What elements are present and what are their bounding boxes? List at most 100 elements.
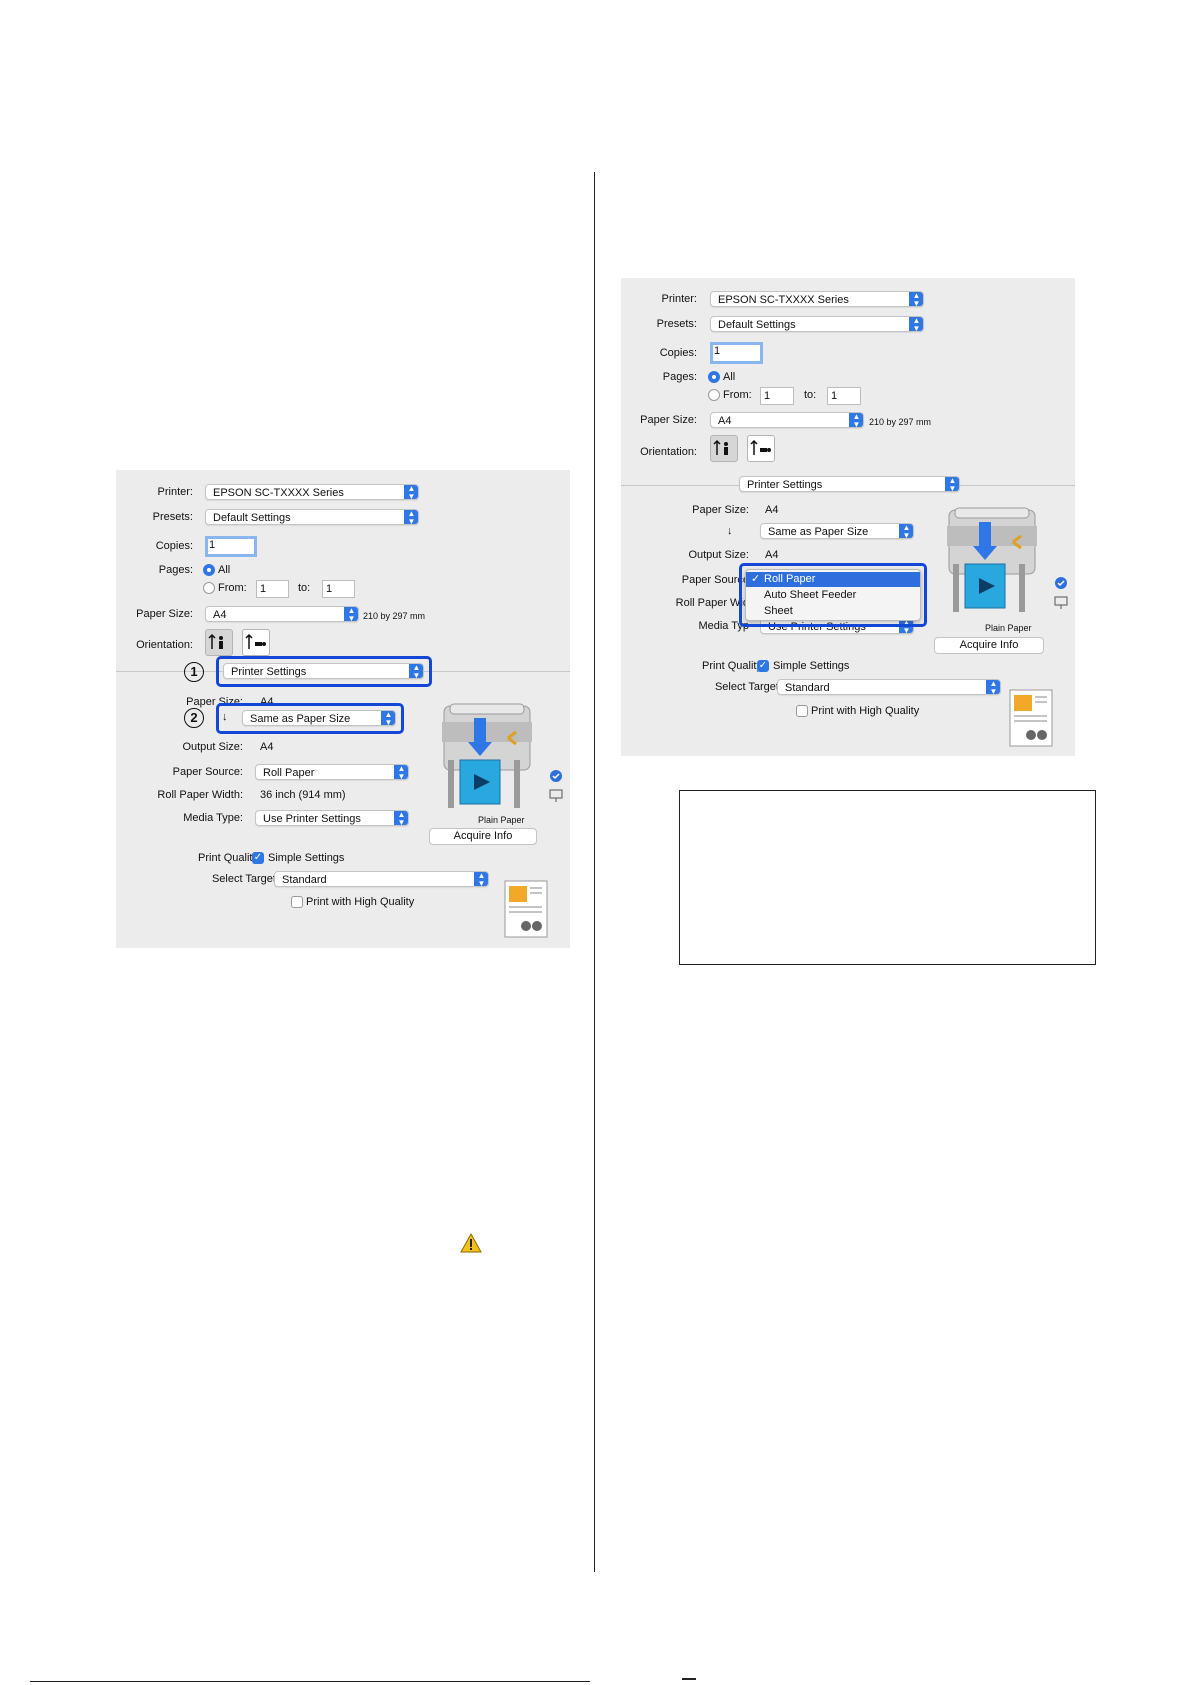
paper-source-value: Roll Paper (263, 767, 315, 779)
ps-paper-size-value: A4 (765, 504, 779, 516)
left-print-dialog: Printer: EPSON SC-TXXXX Series ▲ ▼ Preset… (116, 470, 570, 948)
printer-value: EPSON SC-TXXXX Series (718, 294, 849, 306)
orientation-label: Orientation: (136, 639, 193, 651)
paper-size-popup[interactable]: A4 ▲ ▼ (205, 606, 359, 622)
high-quality-checkbox[interactable] (291, 896, 303, 908)
from-field[interactable]: 1 (256, 580, 289, 598)
acquire-info-button[interactable]: Acquire Info (429, 828, 537, 845)
pages-all-radio[interactable] (203, 564, 215, 576)
select-target-value: Standard (785, 682, 830, 694)
paper-size-popup[interactable]: A4 ▲ ▼ (710, 412, 864, 428)
scale-value: Same as Paper Size (768, 526, 869, 538)
simple-settings-checkbox[interactable]: ✓ (252, 852, 264, 864)
copies-label: Copies: (155, 540, 193, 552)
paper-source-popup[interactable]: Roll Paper ▲ ▼ (255, 764, 409, 780)
paper-size-value: A4 (718, 415, 732, 427)
printer-value: EPSON SC-TXXXX Series (213, 487, 344, 499)
pages-label: Pages: (158, 564, 193, 576)
portrait-orientation-button[interactable] (710, 435, 738, 462)
simple-settings-label: Simple Settings (773, 660, 850, 672)
connected-check-icon (549, 770, 563, 802)
output-size-label: Output Size: (688, 549, 749, 561)
pages-from-radio[interactable] (203, 582, 215, 594)
acquire-info-button[interactable]: Acquire Info (934, 637, 1044, 654)
to-field[interactable]: 1 (827, 387, 861, 405)
presets-label: Presets: (152, 511, 193, 523)
connected-check-icon (1054, 577, 1068, 609)
roll-width-label: Roll Paper Width: (157, 789, 243, 801)
orientation-label: Orientation: (640, 446, 697, 458)
highlight-box-2 (216, 703, 404, 734)
simple-settings-label: Simple Settings (268, 852, 345, 864)
print-quality-label: Print Quality: (702, 660, 765, 672)
callout-1: 1 (184, 662, 204, 682)
plain-paper-caption: Plain Paper (985, 623, 1032, 633)
pages-all-radio[interactable] (708, 371, 720, 383)
printer-label: Printer: (157, 486, 193, 498)
highlight-box-menu (739, 563, 927, 627)
roll-width-label: Roll Paper Wid (675, 597, 749, 609)
to-label: to: (298, 582, 311, 594)
select-target-label: Select Target: (714, 681, 782, 693)
output-size-value: A4 (765, 549, 779, 561)
scale-popup[interactable]: Same as Paper Size ▲ ▼ (760, 523, 914, 539)
popup-stepper-icon: ▲ ▼ (849, 413, 863, 427)
paper-size-dims: 210 by 297 mm (363, 611, 426, 621)
popup-stepper-icon: ▲ ▼ (899, 524, 913, 538)
quality-preview-icon (1009, 689, 1053, 747)
paper-size-dims: 210 by 297 mm (869, 417, 932, 427)
column-divider (594, 172, 595, 1572)
landscape-orientation-button[interactable] (747, 435, 775, 462)
high-quality-label: Print with High Quality (306, 896, 415, 908)
ps-paper-size-label: Paper Size: (692, 504, 749, 516)
popup-stepper-icon: ▲ ▼ (394, 811, 408, 825)
section-popup[interactable]: Printer Settings ▲ ▼ (739, 476, 960, 492)
presets-popup[interactable]: Default Settings ▲ ▼ (710, 316, 924, 332)
paper-size-value: A4 (213, 609, 227, 621)
media-type-popup[interactable]: Use Printer Settings ▲ ▼ (255, 810, 409, 826)
pages-from-radio[interactable] (708, 389, 720, 401)
presets-popup[interactable]: Default Settings ▲ ▼ (205, 509, 419, 525)
popup-stepper-icon: ▲ ▼ (945, 477, 959, 491)
presets-value: Default Settings (718, 319, 796, 331)
landscape-orientation-button[interactable] (242, 629, 270, 656)
media-type-value: Use Printer Settings (263, 813, 361, 825)
high-quality-checkbox[interactable] (796, 705, 808, 717)
popup-stepper-icon: ▲ ▼ (909, 292, 923, 306)
printer-popup[interactable]: EPSON SC-TXXXX Series ▲ ▼ (710, 291, 924, 307)
pages-all-label: All (218, 564, 231, 576)
note-box (679, 790, 1096, 965)
section-value: Printer Settings (747, 479, 823, 491)
footer-mark (682, 1678, 696, 1680)
popup-stepper-icon: ▲ ▼ (986, 680, 1000, 694)
printer-label: Printer: (661, 293, 697, 305)
presets-label: Presets: (656, 318, 697, 330)
select-target-value: Standard (282, 874, 327, 886)
select-target-popup[interactable]: Standard ▲ ▼ (777, 679, 1001, 695)
to-field[interactable]: 1 (322, 580, 355, 598)
right-print-dialog: Printer: EPSON SC-TXXXX Series ▲ ▼ Preset… (621, 278, 1075, 756)
paper-size-label: Paper Size: (640, 414, 697, 426)
portrait-icon (208, 633, 223, 649)
popup-stepper-icon: ▲ ▼ (909, 317, 923, 331)
pages-from-label: From: (723, 389, 752, 401)
roll-width-value: 36 inch (914 mm) (260, 789, 346, 801)
footer-rule (30, 1681, 590, 1682)
copies-field[interactable]: 1 (710, 342, 763, 364)
media-type-label: Media Type: (183, 812, 243, 824)
high-quality-label: Print with High Quality (811, 705, 920, 717)
popup-stepper-icon: ▲ ▼ (404, 485, 418, 499)
paper-source-label: Paper Source: (172, 766, 243, 778)
simple-settings-checkbox[interactable]: ✓ (757, 660, 769, 672)
select-target-popup[interactable]: Standard ▲ ▼ (274, 871, 489, 887)
popup-stepper-icon: ▲ ▼ (474, 872, 488, 886)
warning-icon (460, 1233, 482, 1253)
copies-field[interactable]: 1 (205, 536, 257, 557)
highlight-box-1 (216, 656, 432, 687)
popup-stepper-icon: ▲ ▼ (344, 607, 358, 621)
from-field[interactable]: 1 (760, 387, 794, 405)
output-size-label: Output Size: (182, 741, 243, 753)
portrait-orientation-button[interactable] (205, 629, 233, 656)
printer-popup[interactable]: EPSON SC-TXXXX Series ▲ ▼ (205, 484, 419, 500)
pages-label: Pages: (662, 371, 697, 383)
